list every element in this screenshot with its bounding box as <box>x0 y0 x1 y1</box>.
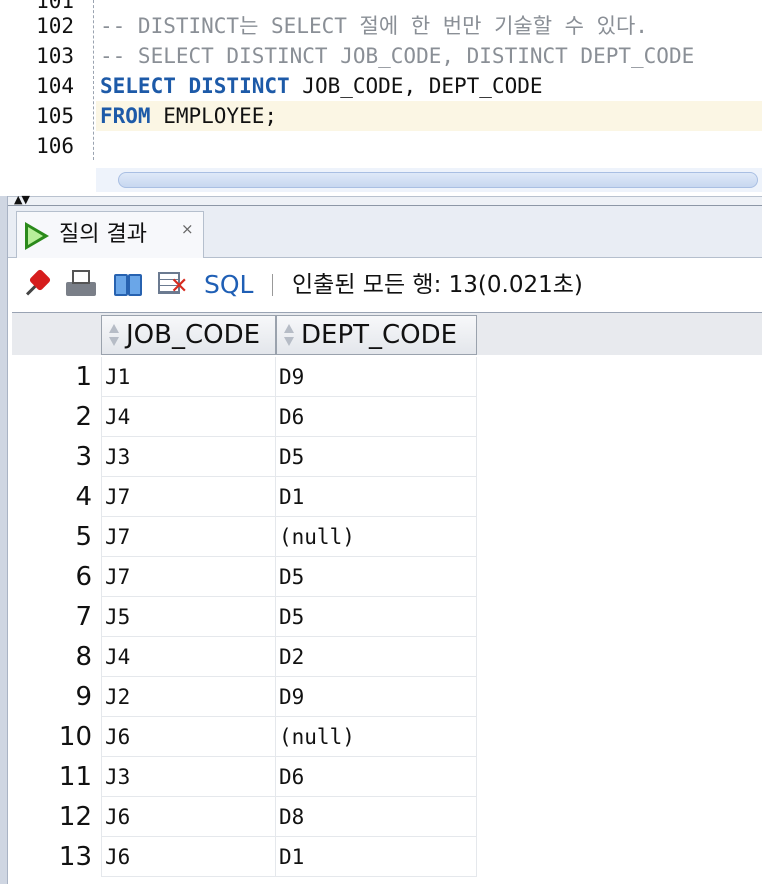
cell-dept-code[interactable]: D6 <box>276 757 477 797</box>
sort-icon[interactable] <box>282 324 296 348</box>
code-text: JOB_CODE, DEPT_CODE <box>289 74 543 98</box>
table-row[interactable]: 5 J7 (null) <box>12 517 477 557</box>
code-text: EMPLOYEE; <box>150 104 278 128</box>
pane-splitter[interactable] <box>8 196 762 206</box>
cell-dept-code[interactable]: (null) <box>276 717 477 757</box>
pin-icon[interactable] <box>22 268 54 300</box>
line-number: 103 <box>36 44 74 68</box>
cell-dept-code[interactable]: D8 <box>276 797 477 837</box>
tab-label: 질의 결과 <box>59 222 147 247</box>
table-row[interactable]: 4 J7 D1 <box>12 477 477 517</box>
cell-job-code[interactable]: J6 <box>101 797 276 837</box>
refresh-icon[interactable] <box>112 270 144 300</box>
cell-job-code[interactable]: J7 <box>101 517 276 557</box>
cell-job-code[interactable]: J1 <box>101 357 276 397</box>
refresh-part <box>114 274 128 296</box>
cell-job-code[interactable]: J2 <box>101 677 276 717</box>
row-number: 9 <box>75 682 92 712</box>
refresh-part <box>128 274 142 296</box>
scrollbar-track[interactable] <box>118 172 758 188</box>
cell-dept-code[interactable]: D5 <box>276 557 477 597</box>
cell-job-code[interactable]: J4 <box>101 397 276 437</box>
row-number: 2 <box>75 402 92 432</box>
cell-job-code[interactable]: J6 <box>101 717 276 757</box>
row-number: 13 <box>58 842 92 872</box>
column-header-job-code[interactable]: JOB_CODE <box>101 315 276 355</box>
row-number: 7 <box>75 602 92 632</box>
column-header-dept-code[interactable]: DEPT_CODE <box>276 315 477 355</box>
column-header-label: JOB_CODE <box>126 320 261 350</box>
cell-dept-code[interactable]: D6 <box>276 397 477 437</box>
cell-job-code[interactable]: J3 <box>101 437 276 477</box>
cell-dept-code[interactable]: D2 <box>276 637 477 677</box>
red-x-glyph: ✕ <box>170 274 189 299</box>
row-number: 1 <box>75 362 92 392</box>
splitter-arrows-icon[interactable]: ▲▼ <box>14 194 30 205</box>
row-number: 10 <box>58 722 92 752</box>
fold-margin-line <box>93 0 94 160</box>
cell-job-code[interactable]: J7 <box>101 557 276 597</box>
table-row[interactable]: 7 J5 D5 <box>12 597 477 637</box>
row-number: 4 <box>75 482 92 512</box>
table-row[interactable]: 2 J4 D6 <box>12 397 477 437</box>
fetch-status-text: 인출된 모든 행: 13(0.021초) <box>292 272 583 298</box>
table-row[interactable]: 1 J1 D9 <box>12 357 477 397</box>
table-row[interactable]: 8 J4 D2 <box>12 637 477 677</box>
cell-dept-code[interactable]: D5 <box>276 597 477 637</box>
cell-dept-code[interactable]: D9 <box>276 677 477 717</box>
table-row[interactable]: 3 J3 D5 <box>12 437 477 477</box>
code-line-comment[interactable]: -- SELECT DISTINCT JOB_CODE, DISTINCT DE… <box>100 41 694 71</box>
table-row[interactable]: 9 J2 D9 <box>12 677 477 717</box>
grid-header: JOB_CODE DEPT_CODE <box>12 313 762 355</box>
cell-job-code[interactable]: J3 <box>101 757 276 797</box>
table-row[interactable]: 10 J6 (null) <box>12 717 477 757</box>
row-number: 8 <box>75 642 92 672</box>
table-row[interactable]: 11 J3 D6 <box>12 757 477 797</box>
printer-paper <box>72 270 90 284</box>
row-number: 3 <box>75 442 92 472</box>
cell-dept-code[interactable]: D5 <box>276 437 477 477</box>
sql-keyword: SELECT DISTINCT <box>100 74 290 98</box>
close-icon[interactable]: × <box>181 220 194 238</box>
cell-job-code[interactable]: J4 <box>101 637 276 677</box>
print-icon[interactable] <box>66 270 98 300</box>
cell-dept-code[interactable]: D1 <box>276 837 477 877</box>
code-line-select[interactable]: SELECT DISTINCT JOB_CODE, DEPT_CODE <box>100 71 543 101</box>
cell-job-code[interactable]: J5 <box>101 597 276 637</box>
editor-horizontal-scrollbar[interactable] <box>96 168 762 192</box>
row-number: 12 <box>58 802 92 832</box>
tab-query-result[interactable]: 질의 결과 × <box>16 211 204 258</box>
row-number: 6 <box>75 562 92 592</box>
toolbar-separator <box>272 274 273 296</box>
line-number: 104 <box>36 74 74 98</box>
table-row[interactable]: 13 J6 D1 <box>12 837 477 877</box>
line-number: 102 <box>36 14 74 38</box>
delete-icon[interactable]: ✕ <box>158 270 190 300</box>
line-number: 105 <box>36 104 74 128</box>
cell-job-code[interactable]: J6 <box>101 837 276 877</box>
cell-dept-code[interactable]: D1 <box>276 477 477 517</box>
result-grid[interactable]: JOB_CODE DEPT_CODE 1 J1 D9 2 J4 D6 3 J3 … <box>12 312 762 884</box>
cell-dept-code[interactable]: (null) <box>276 517 477 557</box>
code-line-comment[interactable]: -- DISTINCT는 SELECT 절에 한 번만 기술할 수 있다. <box>100 11 648 41</box>
row-number: 5 <box>75 522 92 552</box>
sql-editor[interactable]: 101 102 103 104 105 106 -- DISTINCT는 SEL… <box>0 0 762 196</box>
run-triangle-icon <box>25 222 49 250</box>
sql-button[interactable]: SQL <box>204 270 253 300</box>
printer-body <box>66 282 96 296</box>
cell-dept-code[interactable]: D9 <box>276 357 477 397</box>
column-header-label: DEPT_CODE <box>301 320 458 350</box>
table-row[interactable]: 6 J7 D5 <box>12 557 477 597</box>
sort-icon[interactable] <box>107 324 121 348</box>
code-line-from[interactable]: FROM EMPLOYEE; <box>100 101 277 131</box>
cell-job-code[interactable]: J7 <box>101 477 276 517</box>
line-number-gutter: 101 102 103 104 105 106 <box>8 0 94 168</box>
row-number: 11 <box>58 762 92 792</box>
results-tab-bar: 질의 결과 × <box>8 206 762 258</box>
sql-keyword: FROM <box>100 104 151 128</box>
line-number: 106 <box>36 134 74 158</box>
results-toolbar: ✕ SQL 인출된 모든 행: 13(0.021초) <box>8 258 762 312</box>
table-row[interactable]: 12 J6 D8 <box>12 797 477 837</box>
